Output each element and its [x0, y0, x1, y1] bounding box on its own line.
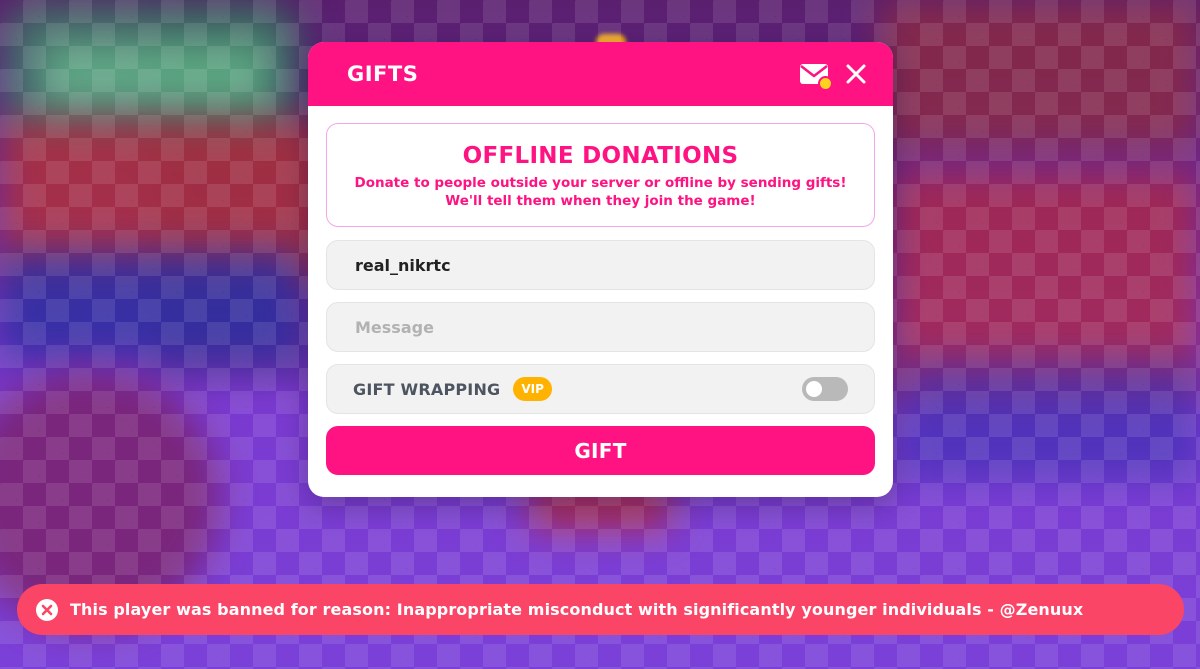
modal-header: GIFTS [308, 42, 893, 106]
gift-wrapping-toggle[interactable] [802, 377, 848, 401]
vip-badge: VIP [513, 377, 552, 401]
toast-message: This player was banned for reason: Inapp… [70, 600, 1084, 619]
gift-button[interactable]: GIFT [326, 426, 875, 475]
info-title: OFFLINE DONATIONS [462, 143, 739, 169]
recipient-field[interactable] [326, 240, 875, 290]
error-circle-icon [36, 598, 58, 621]
close-button[interactable] [843, 61, 869, 87]
gift-wrapping-label-group: GIFT WRAPPING VIP [353, 377, 552, 401]
offline-donations-card: OFFLINE DONATIONS Donate to people outsi… [326, 123, 875, 227]
modal-title: GIFTS [347, 62, 419, 86]
recipient-input[interactable] [353, 254, 848, 276]
ban-notification-toast: This player was banned for reason: Inapp… [17, 584, 1184, 635]
message-field[interactable] [326, 302, 875, 352]
modal-body: OFFLINE DONATIONS Donate to people outsi… [308, 106, 893, 475]
mail-icon[interactable] [799, 61, 833, 91]
game-scene: GIFTS OFFLINE DONATIONS Donate to people… [0, 0, 1200, 669]
header-actions [799, 61, 869, 91]
toggle-knob [806, 381, 822, 397]
info-description: Donate to people outside your server or … [354, 175, 847, 209]
gift-wrapping-label: GIFT WRAPPING [353, 379, 501, 399]
gift-wrapping-row: GIFT WRAPPING VIP [326, 364, 875, 414]
message-input[interactable] [353, 316, 848, 338]
close-icon [846, 64, 866, 84]
gifts-modal: GIFTS OFFLINE DONATIONS Donate to people… [308, 42, 893, 497]
notification-dot [818, 76, 833, 91]
